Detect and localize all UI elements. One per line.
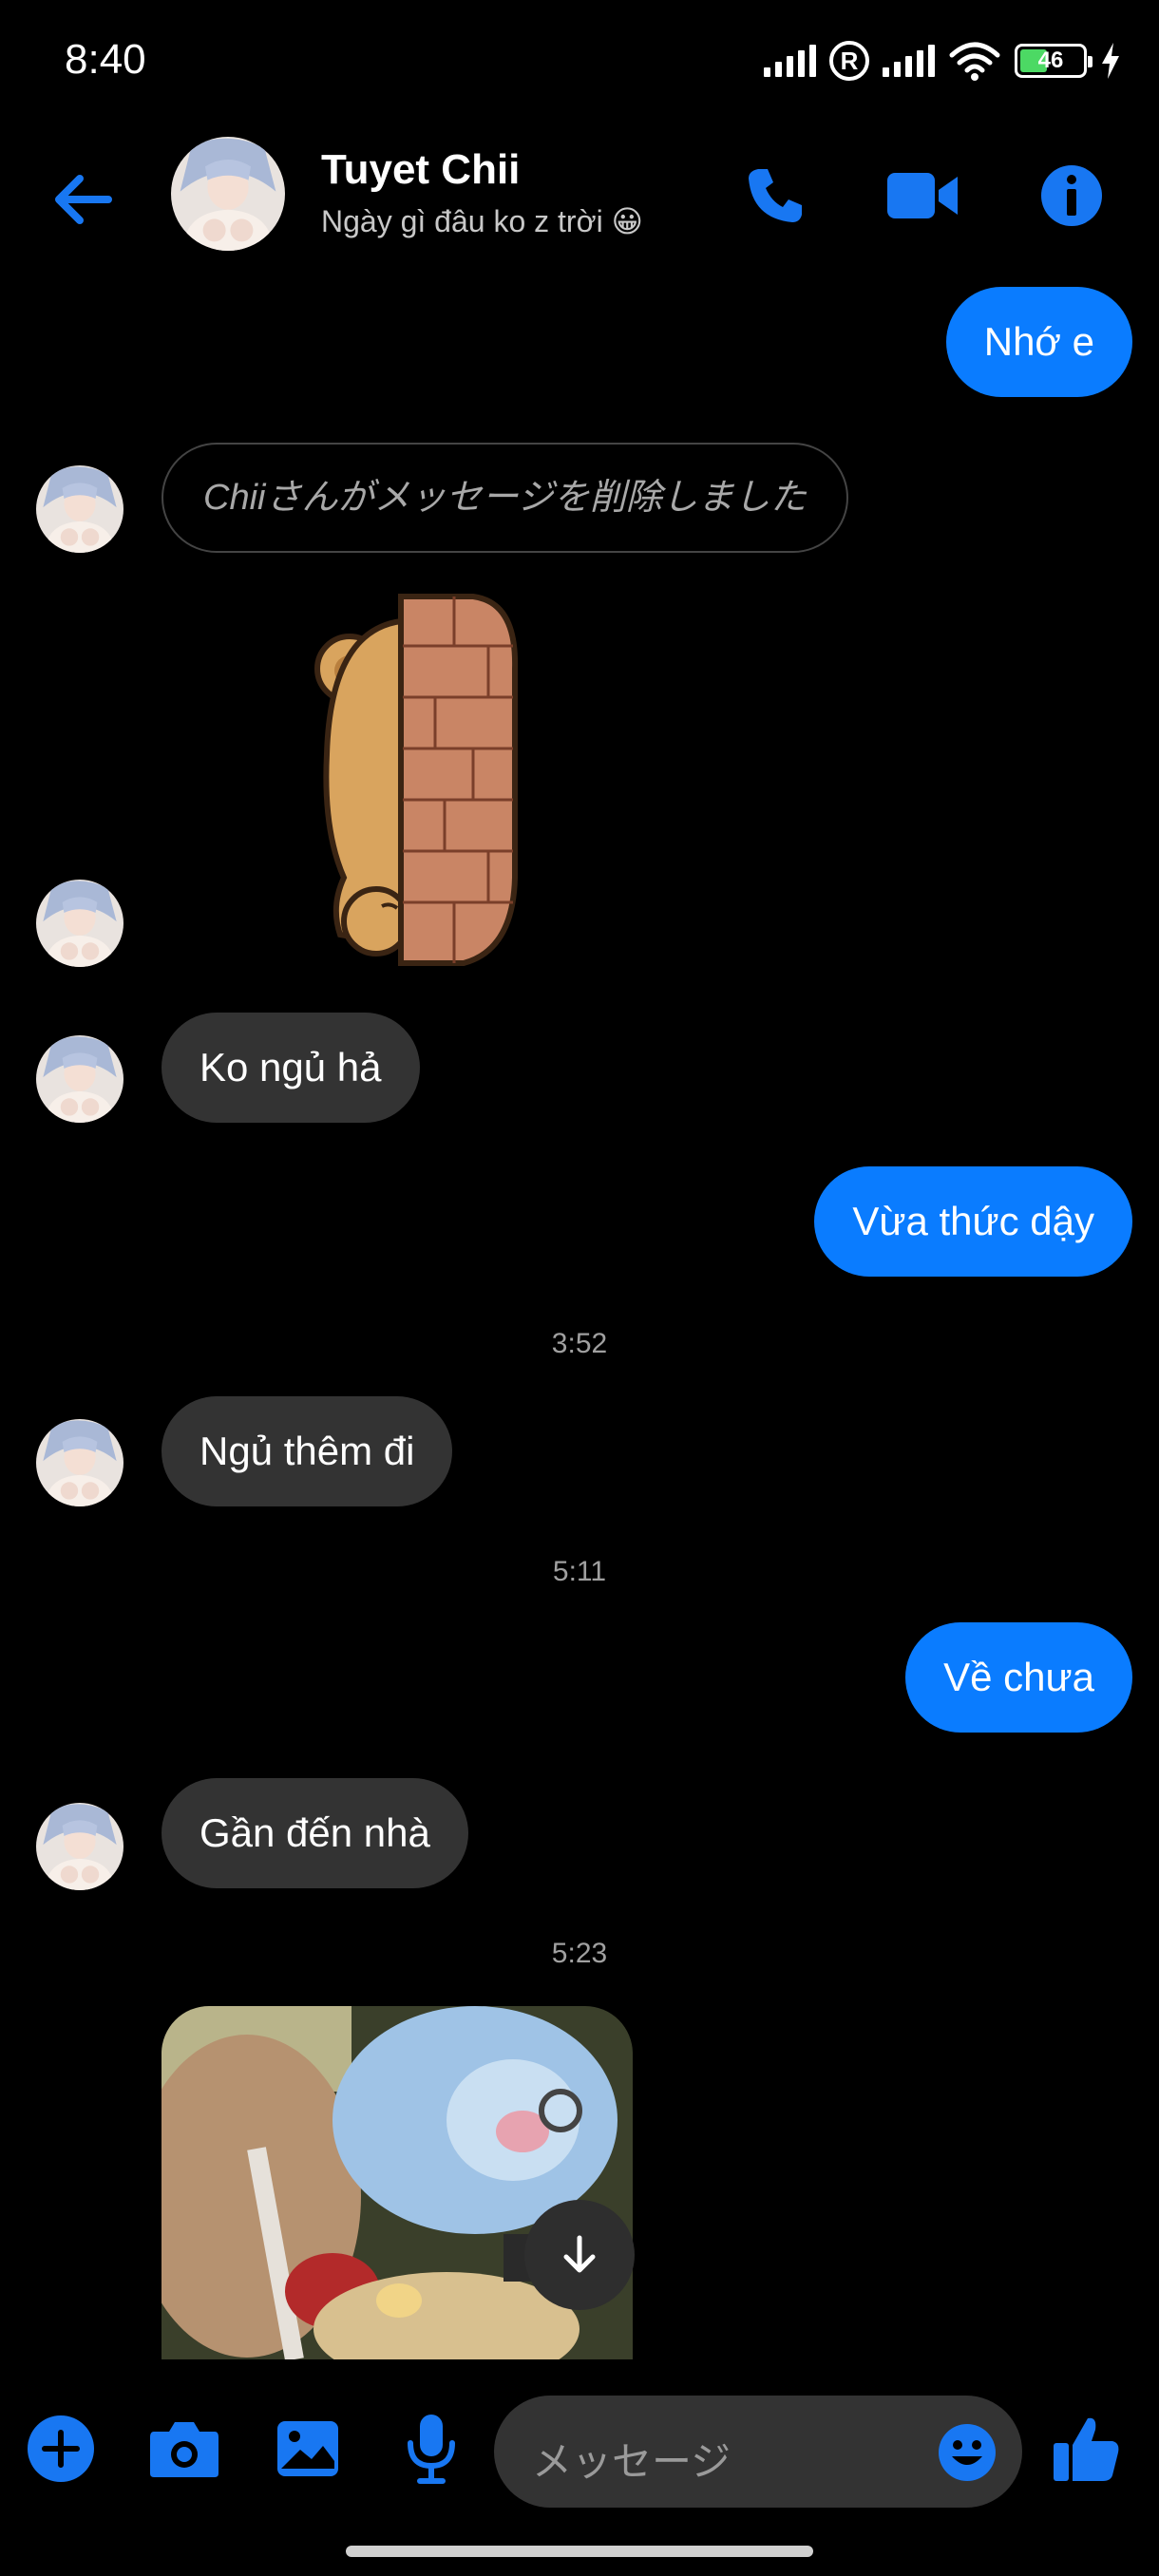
info-icon [1041, 165, 1102, 226]
timestamp: 5:23 [551, 1938, 608, 1969]
sender-avatar[interactable] [36, 880, 124, 967]
video-call-button[interactable] [885, 158, 961, 234]
message-composer: メッセージ [0, 2375, 1159, 2527]
status-icons: R 46 [764, 36, 1121, 85]
chat-header: Tuyet Chii Ngày gì đâu ko z trời 😀 [0, 133, 1159, 252]
plus-icon [28, 2415, 94, 2482]
arrow-down-icon [563, 2235, 596, 2273]
camera-button[interactable] [139, 2403, 230, 2494]
like-button[interactable] [1041, 2403, 1132, 2494]
contact-avatar[interactable] [171, 137, 285, 251]
wifi-icon [949, 42, 1000, 81]
gallery-button[interactable] [262, 2403, 353, 2494]
deleted-message-notice: Chiiさんがメッセージを削除しました [162, 443, 848, 553]
voice-message-button[interactable] [386, 2403, 477, 2494]
roaming-icon: R [829, 41, 869, 81]
sender-avatar[interactable] [36, 1419, 124, 1506]
home-indicator[interactable] [346, 2546, 813, 2557]
timestamp: 5:11 [552, 1556, 607, 1587]
status-time: 8:40 [65, 36, 146, 83]
battery-level: 46 [1037, 47, 1064, 73]
camera-icon [150, 2422, 218, 2477]
outgoing-message[interactable]: Nhớ e [945, 287, 1132, 397]
signal-icon [764, 45, 816, 77]
charging-icon [1102, 43, 1119, 79]
battery-icon: 46 [1015, 44, 1092, 78]
thumbs-up-icon [1054, 2417, 1119, 2481]
scroll-to-bottom-button[interactable] [524, 2200, 635, 2310]
emoji-icon [939, 2424, 996, 2481]
sender-avatar[interactable] [36, 465, 124, 553]
outgoing-message[interactable]: Vừa thức dậy [814, 1166, 1132, 1277]
contact-name[interactable]: Tuyet Chii [321, 146, 520, 194]
back-button[interactable] [46, 161, 122, 237]
message-input[interactable]: メッセージ [494, 2396, 1022, 2508]
signal-icon-2 [883, 45, 935, 77]
sender-avatar[interactable] [36, 1803, 124, 1890]
timestamp: 3:52 [551, 1328, 608, 1359]
conversation-info-button[interactable] [1034, 158, 1110, 234]
outgoing-message[interactable]: Về chưa [905, 1622, 1132, 1733]
incoming-message[interactable]: Gần đến nhà [162, 1778, 468, 1888]
bear-wall-sticker[interactable] [302, 593, 521, 969]
back-arrow-icon [55, 175, 112, 224]
voice-call-button[interactable] [737, 158, 813, 234]
video-camera-icon [887, 173, 958, 218]
incoming-message[interactable]: Ko ngủ hả [162, 1013, 420, 1123]
message-placeholder: メッセージ [532, 2439, 732, 2484]
sender-avatar[interactable] [36, 1035, 124, 1123]
microphone-icon [408, 2415, 455, 2484]
emoji-button[interactable] [937, 2422, 998, 2483]
incoming-message[interactable]: Ngủ thêm đi [162, 1396, 453, 1506]
phone-icon [749, 169, 802, 222]
more-actions-button[interactable] [15, 2403, 106, 2494]
gallery-icon [277, 2421, 338, 2476]
contact-status: Ngày gì đâu ko z trời 😀 [321, 204, 643, 238]
